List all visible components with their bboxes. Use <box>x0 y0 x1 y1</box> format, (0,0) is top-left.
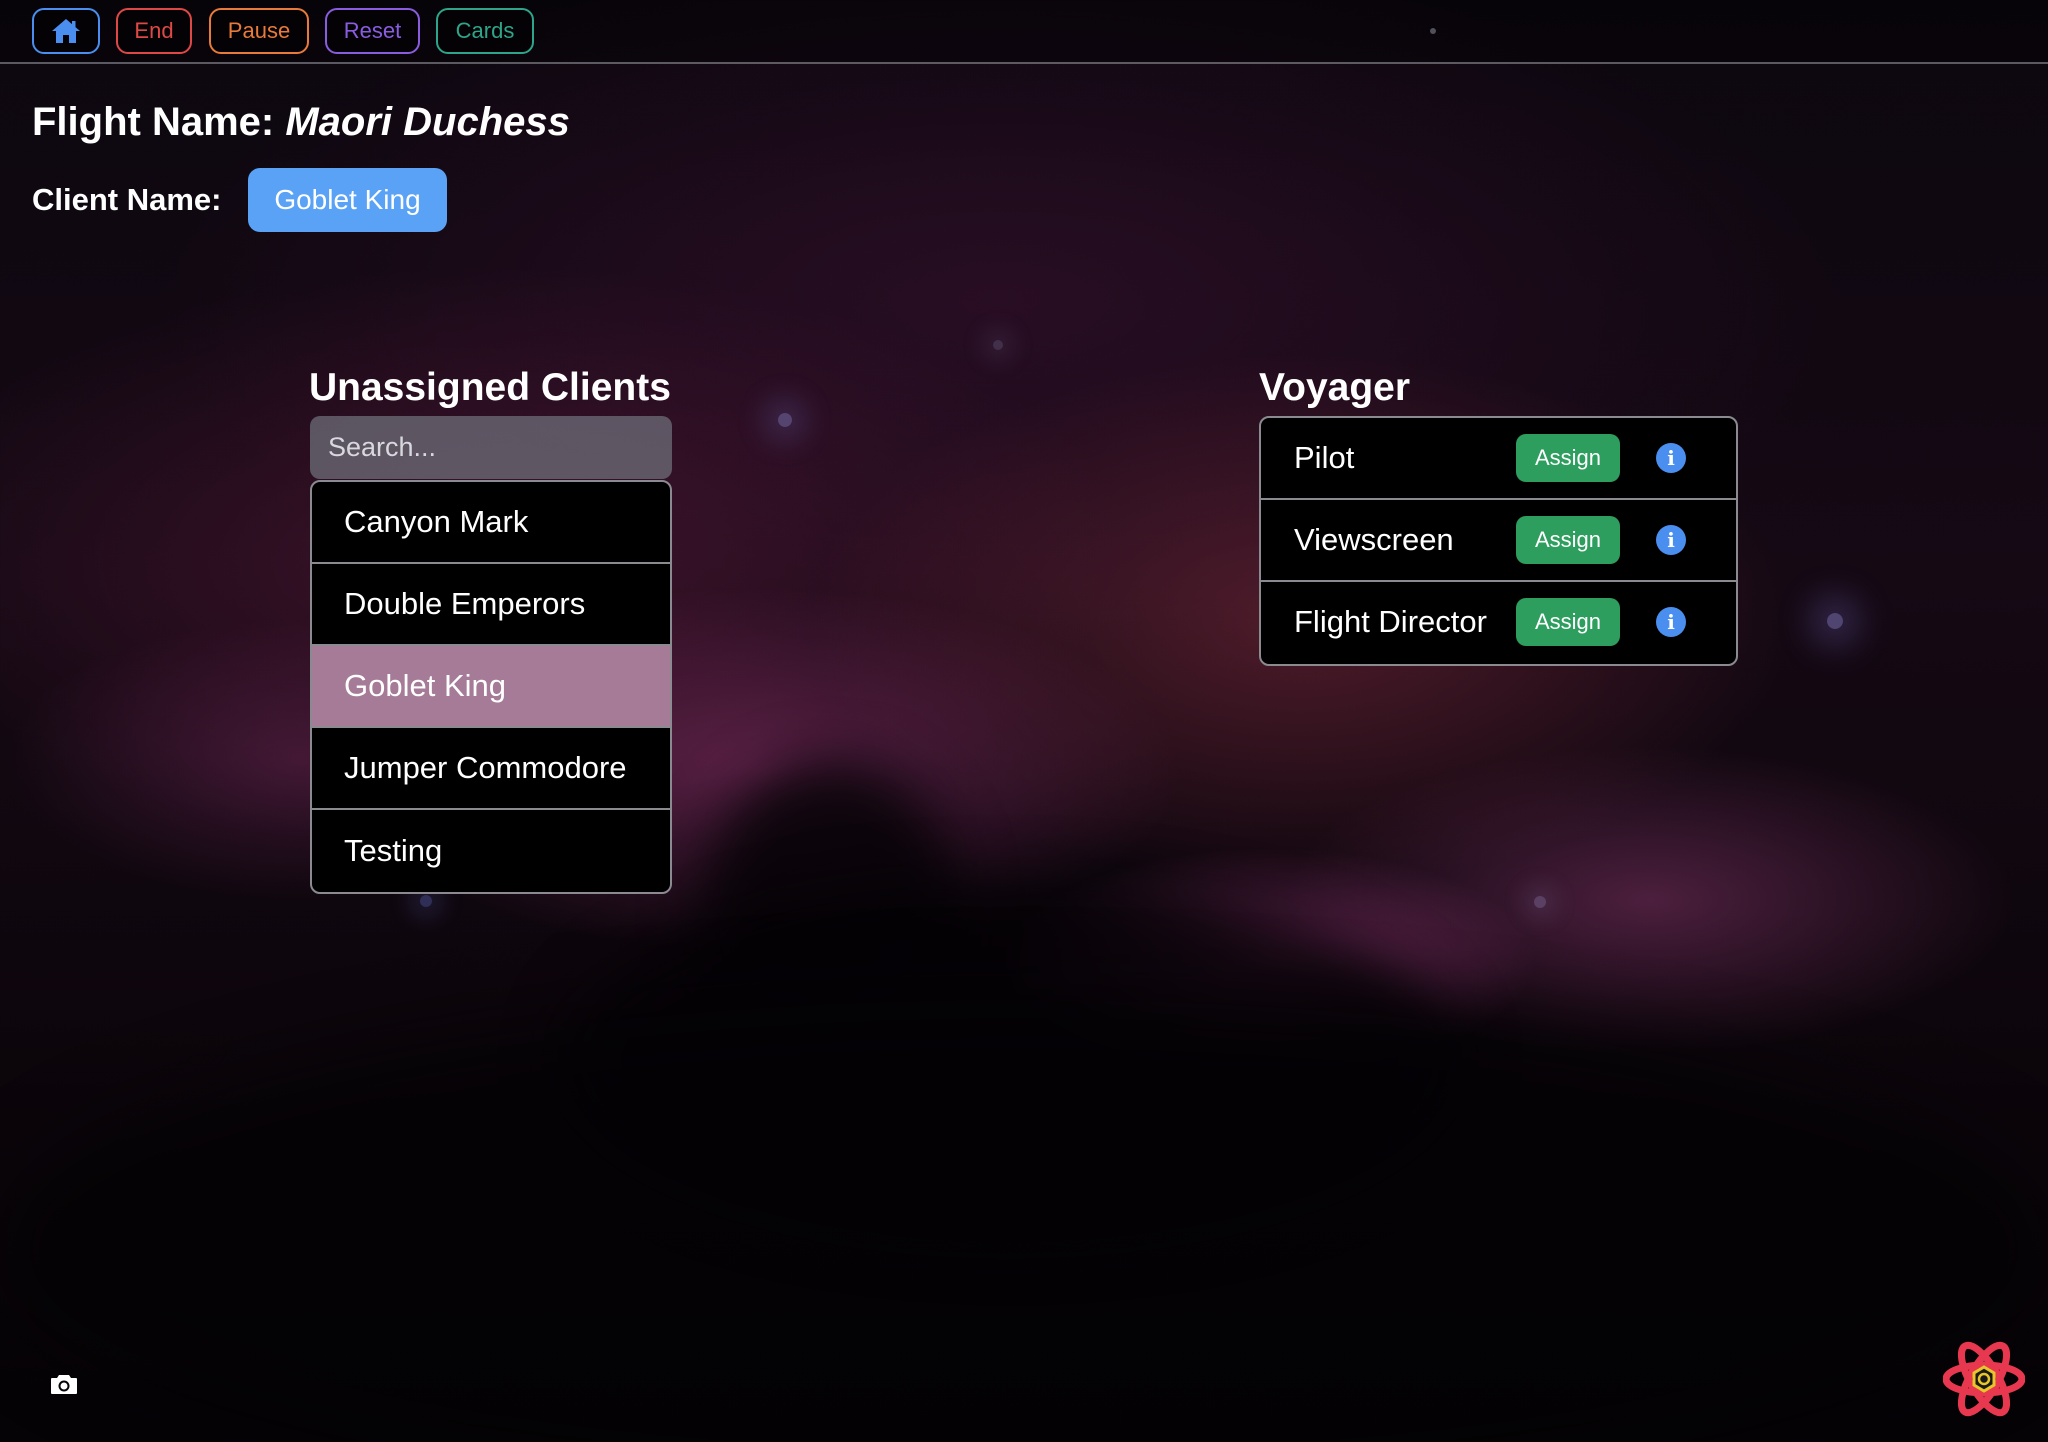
station-list: Pilot Assign i Viewscreen Assign i Fligh… <box>1259 416 1738 666</box>
top-toolbar: End Pause Reset Cards <box>0 0 2048 64</box>
assign-button[interactable]: Assign <box>1516 434 1620 482</box>
background-star <box>420 895 432 907</box>
station-row-pilot: Pilot Assign i <box>1261 418 1736 500</box>
flight-name-label: Flight Name: <box>32 100 275 144</box>
unassigned-clients-title: Unassigned Clients <box>309 366 671 409</box>
home-icon <box>52 19 80 43</box>
station-name: Pilot <box>1294 440 1355 475</box>
assign-button[interactable]: Assign <box>1516 598 1620 646</box>
client-item-canyon-mark[interactable]: Canyon Mark <box>312 482 670 564</box>
cards-button[interactable]: Cards <box>436 8 534 54</box>
background-silhouette <box>560 880 1460 1240</box>
background-star <box>778 413 792 427</box>
pause-button[interactable]: Pause <box>209 8 309 54</box>
end-button[interactable]: End <box>116 8 192 54</box>
station-name: Viewscreen <box>1294 522 1454 557</box>
client-name-label: Client Name: <box>32 182 222 217</box>
station-name: Flight Director <box>1294 604 1487 639</box>
search-input[interactable] <box>310 416 672 479</box>
background-silhouette <box>700 760 960 1060</box>
client-item-jumper-commodore[interactable]: Jumper Commodore <box>312 728 670 810</box>
assign-button[interactable]: Assign <box>1516 516 1620 564</box>
background-silhouette <box>0 1000 2048 1442</box>
client-item-testing[interactable]: Testing <box>312 810 670 892</box>
flight-name-heading: Flight Name: Maori Duchess <box>32 100 570 145</box>
flight-name-value: Maori Duchess <box>285 100 570 144</box>
background-star <box>993 340 1003 350</box>
station-row-flight-director: Flight Director Assign i <box>1261 582 1736 664</box>
atom-logo-icon <box>1943 1341 2025 1417</box>
reset-button[interactable]: Reset <box>325 8 420 54</box>
info-icon[interactable]: i <box>1656 443 1686 473</box>
home-button[interactable] <box>32 8 100 54</box>
simulator-title: Voyager <box>1259 366 1411 409</box>
client-item-double-emperors[interactable]: Double Emperors <box>312 564 670 646</box>
client-item-goblet-king[interactable]: Goblet King <box>312 646 670 728</box>
station-row-viewscreen: Viewscreen Assign i <box>1261 500 1736 582</box>
info-icon[interactable]: i <box>1656 607 1686 637</box>
camera-icon[interactable] <box>50 1373 78 1395</box>
info-icon[interactable]: i <box>1656 525 1686 555</box>
background-star <box>1534 896 1546 908</box>
unassigned-client-list: Canyon Mark Double Emperors Goblet King … <box>310 480 672 894</box>
background-star <box>1827 613 1843 629</box>
client-name-button[interactable]: Goblet King <box>248 168 447 232</box>
